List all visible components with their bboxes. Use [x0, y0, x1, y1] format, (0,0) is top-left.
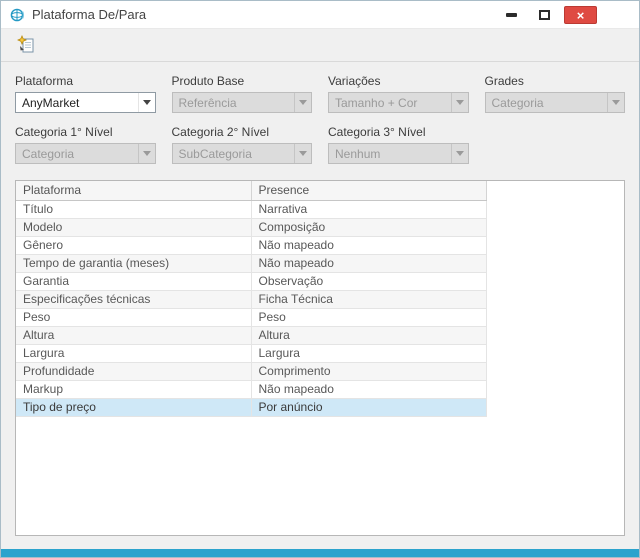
grades-combobox: Categoria	[484, 92, 625, 113]
table-row[interactable]: Markup Não mapeado	[16, 380, 487, 399]
table-row[interactable]: Modelo Composição	[16, 218, 487, 237]
table-cell[interactable]: Profundidade	[16, 362, 252, 381]
field-produto-base: Produto Base Referência	[171, 74, 312, 113]
new-mapping-button[interactable]	[14, 33, 38, 57]
table-cell[interactable]: Tempo de garantia (meses)	[16, 254, 252, 273]
field-categoria-1-nivel: Categoria 1° Nível Categoria	[15, 125, 156, 164]
table-cell[interactable]: Gênero	[16, 236, 252, 255]
table-row[interactable]: Tempo de garantia (meses) Não mapeado	[16, 254, 487, 273]
table-row[interactable]: Garantia Observação	[16, 272, 487, 291]
column-header-presence[interactable]: Presence	[251, 181, 487, 201]
table-row[interactable]: Altura Altura	[16, 326, 487, 345]
table-row[interactable]: Gênero Não mapeado	[16, 236, 487, 255]
chevron-down-icon	[294, 93, 311, 112]
grades-label: Grades	[484, 74, 524, 88]
mapping-form: Plataforma AnyMarket Produto Base Referê…	[1, 62, 639, 164]
chevron-down-icon	[450, 93, 468, 112]
table-cell[interactable]: Não mapeado	[251, 236, 487, 255]
table-row[interactable]: Profundidade Comprimento	[16, 362, 487, 381]
table-cell[interactable]: Observação	[251, 272, 487, 291]
table-cell[interactable]: Largura	[16, 344, 252, 363]
plataforma-label: Plataforma	[15, 74, 74, 88]
field-categoria-2-nivel: Categoria 2° Nível SubCategoria	[171, 125, 312, 164]
table-cell[interactable]: Tipo de preço	[16, 398, 252, 417]
table-cell[interactable]: Peso	[16, 308, 252, 327]
table-row[interactable]: Tipo de preço Por anúncio	[16, 398, 487, 417]
table-cell[interactable]: Comprimento	[251, 362, 487, 381]
categoria-2-nivel-value: SubCategoria	[178, 146, 252, 161]
dialog-window: Plataforma De/Para × Plataforma AnyMarke…	[0, 0, 640, 558]
table-cell[interactable]: Não mapeado	[251, 254, 487, 273]
chevron-down-icon	[450, 144, 468, 163]
table-cell[interactable]: Garantia	[16, 272, 252, 291]
globe-sync-icon	[9, 7, 25, 23]
variacoes-label: Variações	[328, 74, 381, 88]
column-header-plataforma[interactable]: Plataforma	[16, 181, 252, 201]
chevron-down-icon	[294, 144, 311, 163]
table-row[interactable]: Título Narrativa	[16, 200, 487, 219]
field-variacoes: Variações Tamanho + Cor	[328, 74, 469, 113]
produto-base-label: Produto Base	[171, 74, 245, 88]
produto-base-combobox: Referência	[171, 92, 312, 113]
table-cell[interactable]: Peso	[251, 308, 487, 327]
categoria-3-nivel-label: Categoria 3° Nível	[328, 125, 426, 139]
new-document-sparkle-icon	[16, 34, 35, 56]
grades-value: Categoria	[491, 95, 544, 110]
plataforma-value: AnyMarket	[22, 95, 80, 110]
categoria-1-nivel-value: Categoria	[22, 146, 75, 161]
maximize-button[interactable]	[531, 6, 557, 24]
table-cell[interactable]: Ficha Técnica	[251, 290, 487, 309]
produto-base-value: Referência	[178, 95, 237, 110]
close-button[interactable]: ×	[564, 6, 597, 24]
categoria-1-nivel-combobox: Categoria	[15, 143, 156, 164]
variacoes-value: Tamanho + Cor	[335, 95, 418, 110]
window-title: Plataforma De/Para	[32, 7, 147, 22]
categoria-3-nivel-combobox: Nenhum	[328, 143, 469, 164]
table-cell[interactable]: Markup	[16, 380, 252, 399]
table-cell[interactable]: Especificações técnicas	[16, 290, 252, 309]
categoria-1-nivel-label: Categoria 1° Nível	[15, 125, 113, 139]
categoria-2-nivel-combobox: SubCategoria	[171, 143, 312, 164]
table-cell[interactable]: Altura	[251, 326, 487, 345]
field-categoria-3-nivel: Categoria 3° Nível Nenhum	[328, 125, 469, 164]
table-row[interactable]: Largura Largura	[16, 344, 487, 363]
chevron-down-icon	[137, 93, 155, 112]
field-plataforma: Plataforma AnyMarket	[15, 74, 156, 113]
field-grades: Grades Categoria	[484, 74, 625, 113]
categoria-3-nivel-value: Nenhum	[335, 146, 381, 161]
categoria-2-nivel-label: Categoria 2° Nível	[171, 125, 270, 139]
mapping-grid: Plataforma Presence Título Narrativa Model…	[15, 180, 625, 536]
table-cell[interactable]: Não mapeado	[251, 380, 487, 399]
minimize-button[interactable]	[498, 6, 524, 24]
table-header-row: Plataforma Presence	[16, 181, 487, 201]
table-cell[interactable]: Título	[16, 200, 252, 219]
maximize-icon	[538, 10, 550, 20]
toolbar	[1, 29, 639, 61]
chevron-down-icon	[607, 93, 624, 112]
close-icon: ×	[576, 7, 585, 23]
table-cell[interactable]: Composição	[251, 218, 487, 237]
table-cell[interactable]: Por anúncio	[251, 398, 487, 417]
titlebar: Plataforma De/Para ×	[1, 1, 639, 29]
table-cell[interactable]: Modelo	[16, 218, 252, 237]
mapping-table: Plataforma Presence Título Narrativa Model…	[16, 181, 487, 417]
bottom-accent-strip	[1, 549, 639, 557]
table-row[interactable]: Especificações técnicas Ficha Técnica	[16, 290, 487, 309]
table-cell[interactable]: Narrativa	[251, 200, 487, 219]
table-row[interactable]: Peso Peso	[16, 308, 487, 327]
plataforma-combobox[interactable]: AnyMarket	[15, 92, 156, 113]
variacoes-combobox: Tamanho + Cor	[328, 92, 469, 113]
mapping-table-body: Título Narrativa Modelo Composição Gênero Não…	[16, 200, 487, 417]
chevron-down-icon	[137, 144, 155, 163]
table-cell[interactable]: Largura	[251, 344, 487, 363]
table-cell[interactable]: Altura	[16, 326, 252, 345]
window-controls: ×	[498, 6, 597, 24]
minimize-icon	[505, 13, 517, 17]
